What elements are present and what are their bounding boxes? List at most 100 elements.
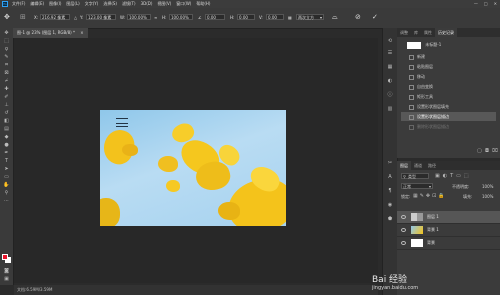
swatches-panel-icon[interactable]: ▥ (386, 106, 394, 112)
layer-row[interactable]: 图层 1 (397, 211, 500, 224)
interpolation-select[interactable]: 两次立方 ▾ (296, 14, 324, 20)
clone-stamp-tool-icon[interactable]: ⊥ (3, 102, 10, 108)
more-tools-icon[interactable]: ⋯ (3, 198, 10, 204)
x-field[interactable]: 216.92 像素 (40, 14, 70, 20)
eraser-tool-icon[interactable]: ◧ (3, 118, 10, 124)
marquee-tool-icon[interactable]: ⬚ (3, 38, 10, 44)
menu-filter[interactable]: 滤镜(T) (122, 1, 136, 7)
blend-mode-select[interactable]: 正常 ▾ (401, 183, 433, 189)
history-item-undone[interactable]: 删除形状图层描边 (401, 122, 496, 131)
camera-snapshot-icon[interactable]: ◘ (485, 148, 489, 154)
eye-icon[interactable] (401, 215, 406, 219)
eye-icon[interactable] (401, 241, 406, 245)
move-tool-icon[interactable]: ✥ (4, 13, 10, 21)
paragraph-panel-icon[interactable]: ¶ (386, 188, 394, 194)
history-panel-icon[interactable]: ⟲ (386, 38, 394, 44)
tab-layers[interactable]: 图层 (397, 161, 411, 170)
library-panel-icon[interactable]: ▦ (386, 64, 394, 70)
hand-tool-icon[interactable]: ✋ (3, 182, 10, 188)
fill-value[interactable]: 100% (482, 194, 493, 199)
tab-channels[interactable]: 通道 (411, 161, 425, 170)
h-skew-field[interactable]: 0.00 (237, 14, 255, 20)
menu-select[interactable]: 选择(S) (103, 1, 117, 7)
paths-panel-icon[interactable]: ⬟ (386, 216, 394, 222)
history-snapshot[interactable]: 未标题-1 (401, 40, 496, 49)
character-panel-icon[interactable]: A (386, 174, 394, 180)
history-item[interactable]: 移动 (401, 72, 496, 81)
menu-3d[interactable]: 3D(D) (141, 1, 153, 7)
quick-select-tool-icon[interactable]: ✎ (3, 54, 10, 60)
close-tab-icon[interactable]: × (80, 30, 83, 35)
lock-icons[interactable]: ▦✎✥⊡🔒 (413, 193, 447, 199)
history-item[interactable]: 设置形状图层填充 (401, 102, 496, 111)
rectangle-tool-icon[interactable]: ▭ (3, 174, 10, 180)
tab-properties[interactable]: 属性 (421, 28, 435, 37)
y-field[interactable]: 123.00 像素 (86, 14, 116, 20)
link-icon[interactable]: ∞ (154, 15, 157, 20)
dodge-tool-icon[interactable]: ● (3, 142, 10, 148)
cancel-transform-icon[interactable]: ⊘ (355, 13, 361, 21)
tab-history[interactable]: 历史记录 (435, 28, 457, 37)
eyedropper-tool-icon[interactable]: ⌿ (3, 78, 10, 84)
history-brush-tool-icon[interactable]: ↺ (3, 110, 10, 116)
menu-layer[interactable]: 图层(L) (66, 1, 79, 7)
document-tab[interactable]: 图-1 @ 23% (图层 1, RGB/8) * × (13, 28, 88, 38)
blur-tool-icon[interactable]: ◆ (3, 134, 10, 140)
angle-field[interactable]: 0.00 (205, 14, 225, 20)
adjustments-panel-icon[interactable]: ◐ (386, 78, 394, 84)
layer-filter-icons[interactable]: ▣◐T▭⬚ (435, 173, 472, 179)
layer-row[interactable]: 背景 1 (397, 224, 500, 237)
height-field[interactable]: 100.00% (169, 14, 193, 20)
history-item-selected[interactable]: 设置形状图层描边 (401, 112, 496, 121)
menu-image[interactable]: 图像(I) (49, 1, 61, 7)
history-item[interactable]: 矩形工具 (401, 92, 496, 101)
history-item[interactable]: 自由变换 (401, 82, 496, 91)
warp-icon[interactable]: ⌓ (332, 13, 338, 22)
history-item[interactable]: 粘贴图层 (401, 62, 496, 71)
transform-handle[interactable] (116, 122, 128, 127)
maximize-button[interactable]: □ (484, 1, 488, 6)
history-item[interactable]: 新建 (401, 52, 496, 61)
close-window-button[interactable]: ✕ (494, 1, 497, 6)
move-tool-icon[interactable]: ✥ (3, 30, 10, 36)
tab-paths[interactable]: 路径 (425, 161, 439, 170)
foreground-color-swatch[interactable] (2, 254, 8, 260)
type-tool-icon[interactable]: T (3, 158, 10, 164)
tab-adjustments[interactable]: 调整 (397, 28, 411, 37)
zoom-tool-icon[interactable]: ⚲ (3, 190, 10, 196)
healing-brush-tool-icon[interactable]: ✚ (3, 86, 10, 92)
lasso-tool-icon[interactable]: ϙ (3, 46, 10, 52)
width-field[interactable]: 100.00% (127, 14, 151, 20)
new-document-from-state-icon[interactable]: ▢ (477, 148, 482, 154)
screen-mode-icon[interactable]: ▣ (3, 276, 10, 282)
document-canvas-image[interactable] (100, 110, 286, 226)
menu-window[interactable]: 窗口(W) (176, 1, 191, 7)
quick-mask-icon[interactable]: ◙ (3, 268, 10, 274)
menu-type[interactable]: 文字(Y) (85, 1, 99, 7)
frame-tool-icon[interactable]: ⊠ (3, 70, 10, 76)
layer-filter-kind[interactable]: ⚲ 类型 (401, 173, 429, 179)
layer-row[interactable]: 背景 (397, 237, 500, 250)
commit-transform-icon[interactable]: ✓ (372, 13, 378, 21)
pen-tool-icon[interactable]: ✒ (3, 150, 10, 156)
brush-panel-icon[interactable]: ✂ (386, 160, 394, 166)
channels-panel-icon[interactable]: ◉ (386, 202, 394, 208)
info-panel-icon[interactable]: ⓘ (386, 92, 394, 98)
opacity-value[interactable]: 100% (482, 184, 493, 189)
gradient-tool-icon[interactable]: ▤ (3, 126, 10, 132)
brush-tool-icon[interactable]: ✐ (3, 94, 10, 100)
tab-library[interactable]: 库 (411, 28, 421, 37)
menu-file[interactable]: 文件(F) (12, 1, 25, 7)
menu-help[interactable]: 帮助(H) (196, 1, 210, 7)
relative-position-icon[interactable]: △ (74, 15, 77, 20)
trash-icon[interactable]: ⌧ (492, 148, 498, 154)
crop-tool-icon[interactable]: ⌗ (3, 62, 10, 68)
v-skew-field[interactable]: 0.00 (266, 14, 284, 20)
minimize-button[interactable]: — (474, 1, 478, 6)
reference-point-icon[interactable]: ⊞ (20, 13, 26, 21)
menu-view[interactable]: 视图(V) (157, 1, 171, 7)
properties-panel-icon[interactable]: ☰ (386, 50, 394, 56)
path-selection-tool-icon[interactable]: ➤ (3, 166, 10, 172)
menu-edit[interactable]: 编辑(E) (30, 1, 44, 7)
eye-icon[interactable] (401, 228, 406, 232)
